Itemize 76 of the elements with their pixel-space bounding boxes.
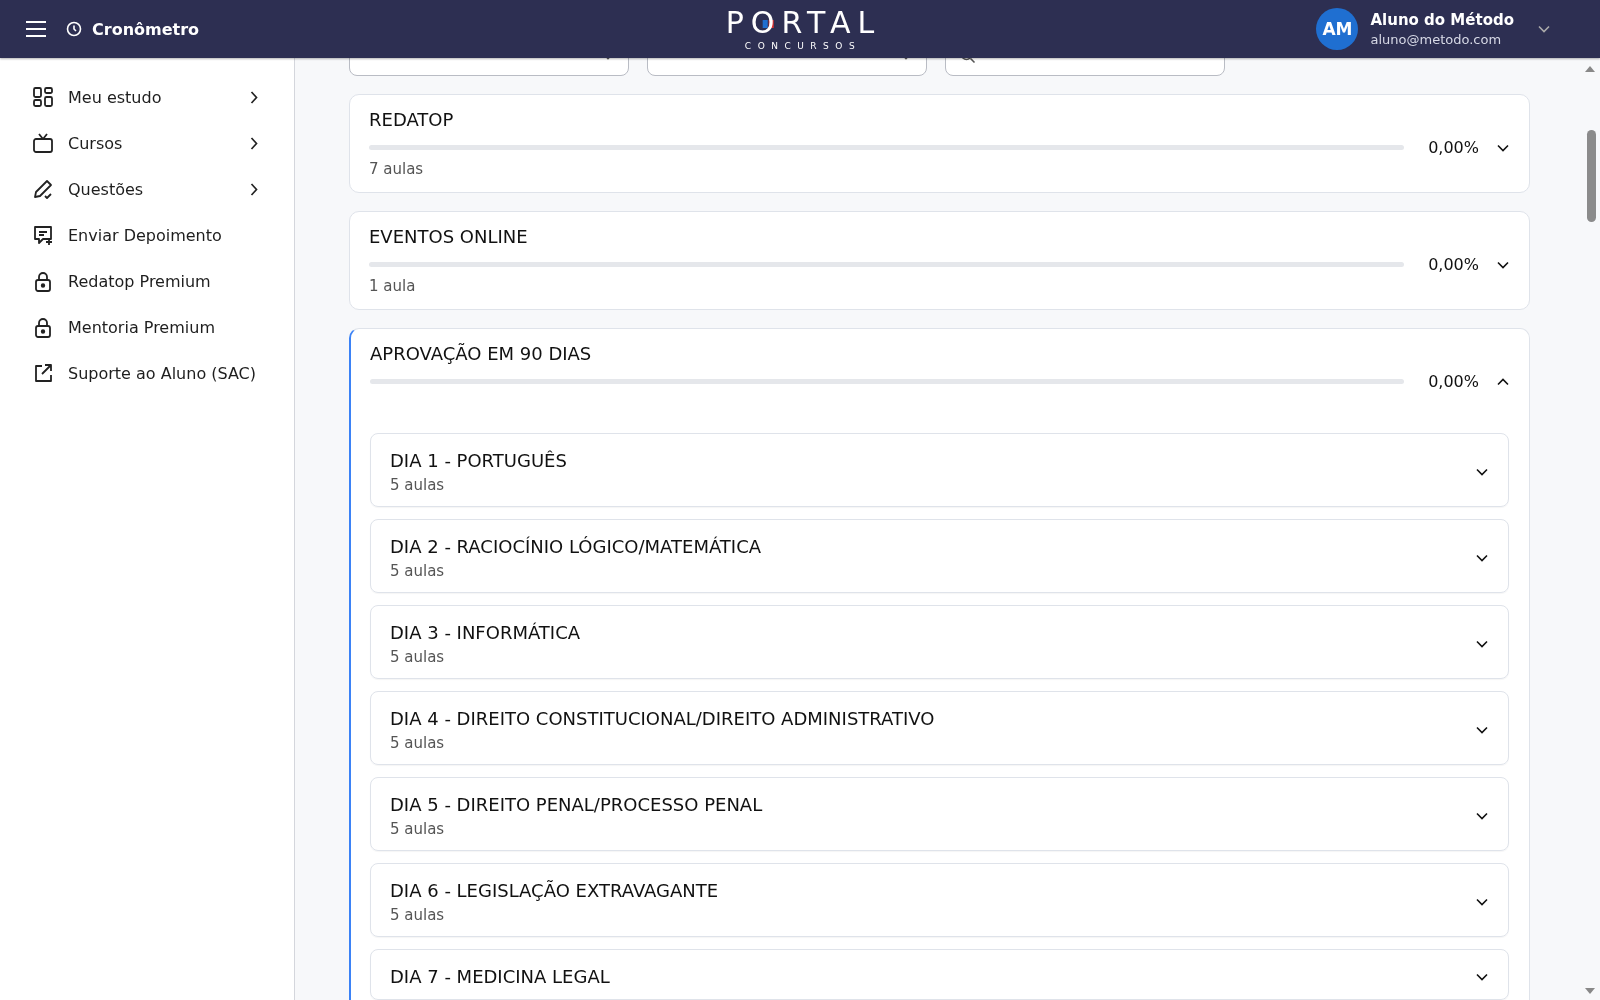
progress-percentage: 0,00%	[1428, 138, 1479, 157]
expand-toggle[interactable]	[1476, 812, 1488, 820]
sidebar-item[interactable]: Redatop Premium	[0, 258, 294, 304]
expand-toggle[interactable]	[1497, 143, 1509, 152]
expand-toggle[interactable]	[1476, 554, 1488, 562]
sidebar-item[interactable]: Mentoria Premium	[0, 304, 294, 350]
sidebar-item[interactable]: Suporte ao Aluno (SAC)	[0, 350, 294, 396]
clock-icon	[66, 21, 82, 37]
user-email: aluno@metodo.com	[1370, 32, 1503, 47]
chevron-down-icon	[1476, 640, 1488, 648]
chevron-up-icon	[1497, 377, 1509, 386]
scroll-down-arrow[interactable]	[1585, 988, 1595, 994]
lesson-count: 5 aulas	[390, 476, 446, 494]
module-row[interactable]: DIA 2 - RACIOCÍNIO LÓGICO/MATEMÁTICA 5 aulas	[370, 519, 1509, 593]
lock-icon	[32, 316, 54, 338]
chevron-right-icon	[250, 90, 258, 104]
pencil-icon	[32, 178, 54, 200]
lesson-count: 5 aulas	[390, 734, 446, 752]
lesson-count: 5 aulas	[390, 648, 446, 666]
expand-toggle[interactable]	[1476, 468, 1488, 476]
tv-icon	[32, 132, 54, 154]
module-title: DIA 1 - PORTUGUÊS	[390, 450, 568, 471]
module-row[interactable]: DIA 5 - DIREITO PENAL/PROCESSO PENAL 5 aulas	[370, 777, 1509, 851]
lesson-count: 1 aula	[369, 277, 417, 295]
expand-toggle[interactable]	[1476, 726, 1488, 734]
module-row[interactable]: DIA 4 - DIREITO CONSTITUCIONAL/DIREITO ADMINISTRATIVO 5 aulas	[370, 691, 1509, 765]
module-row[interactable]: DIA 7 - MEDICINA LEGAL	[370, 949, 1509, 1000]
scroll-up-arrow[interactable]	[1585, 66, 1595, 72]
sidebar-item[interactable]: Questões	[0, 166, 294, 212]
course-title: APROVAÇÃO EM 90 DIAS	[370, 343, 593, 364]
progress-percentage: 0,00%	[1428, 372, 1479, 391]
chevron-down-icon	[1476, 554, 1488, 562]
module-title: DIA 4 - DIREITO CONSTITUCIONAL/DIREITO ADMINISTRATIVO	[390, 708, 936, 729]
chevron-down-icon	[1476, 468, 1488, 476]
chevron-down-icon	[1497, 143, 1509, 152]
scrollbar-thumb[interactable]	[1587, 130, 1596, 222]
message-plus-icon	[32, 224, 54, 246]
course-title: REDATOP	[369, 109, 455, 130]
sidebar-item[interactable]: Enviar Depoimento	[0, 212, 294, 258]
expand-toggle[interactable]	[1476, 898, 1488, 906]
chevron-down-icon	[1538, 25, 1550, 33]
sidebar-item[interactable]: Cursos	[0, 120, 294, 166]
timer-label[interactable]: Cronômetro	[92, 19, 200, 39]
progress-percentage: 0,00%	[1428, 255, 1479, 274]
lesson-count: 5 aulas	[390, 906, 446, 924]
module-row[interactable]: DIA 3 - INFORMÁTICA 5 aulas	[370, 605, 1509, 679]
module-title: DIA 2 - RACIOCÍNIO LÓGICO/MATEMÁTICA	[390, 536, 762, 557]
module-row[interactable]: DIA 6 - LEGISLAÇÃO EXTRAVAGANTE 5 aulas	[370, 863, 1509, 937]
expand-toggle[interactable]	[1497, 377, 1509, 386]
chevron-down-icon	[1476, 972, 1488, 981]
external-link-icon	[32, 362, 54, 384]
chevron-right-icon	[250, 136, 258, 150]
sidebar-item[interactable]: Meu estudo	[0, 74, 294, 120]
module-title: DIA 7 - MEDICINA LEGAL	[390, 966, 611, 987]
chevron-down-icon	[1497, 260, 1509, 269]
lock-icon	[32, 270, 54, 292]
course-title: EVENTOS ONLINE	[369, 226, 529, 247]
expand-toggle[interactable]	[1497, 260, 1509, 269]
module-title: DIA 6 - LEGISLAÇÃO EXTRAVAGANTE	[390, 880, 720, 901]
menu-icon[interactable]	[26, 21, 46, 37]
lesson-count: 5 aulas	[390, 820, 446, 838]
module-row[interactable]: DIA 1 - PORTUGUÊS 5 aulas	[370, 433, 1509, 507]
lesson-count: 7 aulas	[369, 160, 425, 178]
user-name: Aluno do Método	[1370, 11, 1514, 29]
lesson-count: 5 aulas	[390, 562, 446, 580]
chevron-right-icon	[250, 182, 258, 196]
user-avatar[interactable]: AM	[1316, 8, 1359, 50]
module-title: DIA 5 - DIREITO PENAL/PROCESSO PENAL	[390, 794, 764, 815]
chevron-down-icon	[1476, 898, 1488, 906]
module-title: DIA 3 - INFORMÁTICA	[390, 622, 582, 643]
chevron-down-icon	[1476, 812, 1488, 820]
chevron-down-icon	[1476, 726, 1488, 734]
expand-toggle[interactable]	[1476, 640, 1488, 648]
logo-subtitle: CONCURSOS	[743, 41, 862, 51]
expand-toggle[interactable]	[1476, 972, 1488, 981]
grid-icon	[32, 86, 54, 108]
